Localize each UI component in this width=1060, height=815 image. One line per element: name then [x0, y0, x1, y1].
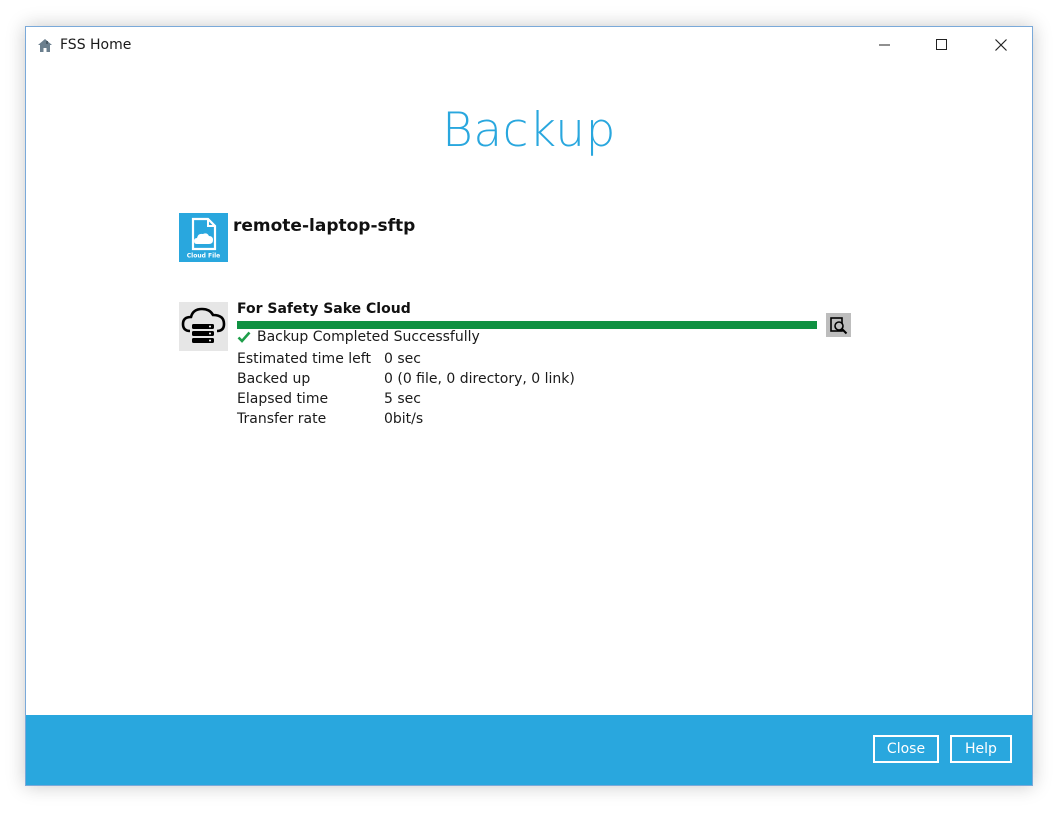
stat-label: Backed up	[237, 371, 311, 387]
minimize-button[interactable]	[862, 27, 908, 63]
cloud-file-caption: Cloud File	[187, 253, 221, 260]
stat-value: 0bit/s	[384, 411, 424, 427]
close-window-button[interactable]	[978, 27, 1024, 63]
detail-view-button[interactable]	[826, 313, 851, 337]
cloud-file-icon: Cloud File	[179, 213, 228, 262]
stat-value: 0 (0 file, 0 directory, 0 link)	[384, 371, 575, 387]
backup-stats: Estimated time left 0 sec Backed up 0 (0…	[237, 349, 575, 429]
stat-row-backed-up: Backed up 0 (0 file, 0 directory, 0 link…	[237, 369, 575, 389]
destination-name: For Safety Sake Cloud	[237, 301, 411, 317]
checkmark-icon	[237, 331, 251, 343]
backup-status-text: Backup Completed Successfully	[257, 329, 480, 345]
title-bar[interactable]: FSS Home	[26, 27, 1032, 65]
stat-value: 0 sec	[384, 351, 421, 367]
stat-label: Estimated time left	[237, 351, 371, 367]
stat-row-estimated-time: Estimated time left 0 sec	[237, 349, 575, 369]
stat-label: Elapsed time	[237, 391, 329, 407]
footer-bar: Close Help	[26, 715, 1032, 785]
app-window: FSS Home Backup Cloud File remote-laptop…	[25, 26, 1033, 786]
stat-row-elapsed-time: Elapsed time 5 sec	[237, 389, 575, 409]
help-button[interactable]: Help	[950, 735, 1012, 763]
maximize-icon	[936, 39, 947, 50]
cloud-server-icon	[179, 302, 228, 351]
maximize-button[interactable]	[919, 27, 965, 63]
backup-progress-bar	[237, 321, 817, 329]
stat-label: Transfer rate	[237, 411, 327, 427]
stat-value: 5 sec	[384, 391, 421, 407]
backup-set-name: remote-laptop-sftp	[233, 216, 416, 236]
home-icon	[37, 38, 53, 54]
backup-status: Backup Completed Successfully	[237, 329, 480, 345]
page-title: Backup	[442, 103, 616, 158]
close-button[interactable]: Close	[873, 735, 939, 763]
close-icon	[995, 39, 1007, 51]
stat-row-transfer-rate: Transfer rate 0bit/s	[237, 409, 575, 429]
backup-progress-fill	[237, 321, 817, 329]
detail-magnifier-icon	[830, 316, 848, 334]
minimize-icon	[879, 44, 890, 46]
window-title: FSS Home	[60, 37, 132, 53]
